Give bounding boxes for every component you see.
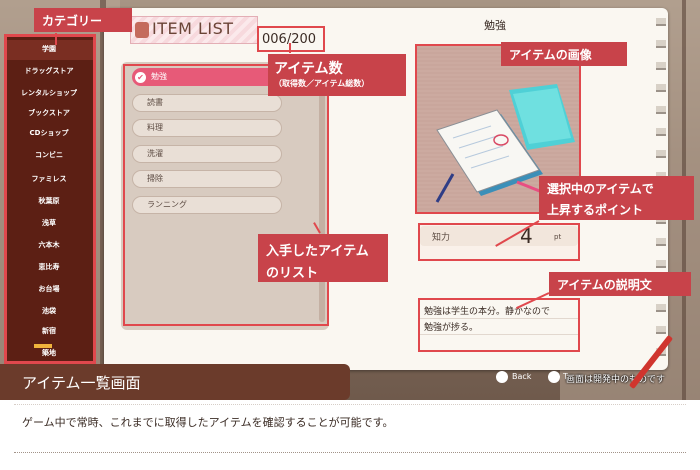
category-item[interactable]: 秋葉原 xyxy=(10,194,88,208)
up-button-icon[interactable] xyxy=(548,371,560,383)
divider xyxy=(14,404,686,405)
back-button-icon[interactable] xyxy=(496,371,508,383)
callout-item-image: アイテムの画像 xyxy=(501,42,627,66)
category-item[interactable]: CDショップ xyxy=(10,126,88,140)
description-annotation-box xyxy=(418,298,580,352)
back-button-label[interactable]: Back xyxy=(512,372,531,381)
dev-notice: 画面は開発中のものです xyxy=(566,375,666,385)
item-bag-icon xyxy=(135,22,149,38)
item-list-entry[interactable]: 洗濯 xyxy=(132,145,282,163)
item-list-entry[interactable]: 読書 xyxy=(132,94,282,112)
stat-unit: pt xyxy=(554,233,562,241)
category-item[interactable]: 築地 xyxy=(10,346,88,360)
category-scroll-arrow[interactable] xyxy=(34,344,52,348)
category-item[interactable]: 恵比寿 xyxy=(10,260,88,274)
category-item[interactable]: 学園 xyxy=(10,42,88,56)
divider xyxy=(14,452,686,453)
category-item[interactable]: ファミレス xyxy=(10,172,88,186)
callout-points: 選択中のアイテムで 上昇するポイント xyxy=(539,176,694,220)
page-heading: アイテム一覧画面 xyxy=(22,374,141,392)
callout-pointer xyxy=(55,33,57,45)
callout-item-count: アイテム数 （取得数／アイテム総数） xyxy=(268,54,406,96)
category-item[interactable]: コンビニ xyxy=(10,148,88,162)
callout-category: カテゴリー xyxy=(34,8,132,32)
category-item[interactable]: 六本木 xyxy=(10,238,88,252)
category-item[interactable]: 池袋 xyxy=(10,304,88,318)
category-item[interactable]: お台場 xyxy=(10,282,88,296)
item-list-scrollbar[interactable] xyxy=(319,64,325,322)
item-list-entry[interactable]: ランニング xyxy=(132,196,282,214)
stat-label: 知力 xyxy=(432,233,451,243)
check-icon: ✔ xyxy=(135,72,146,83)
item-list-entry[interactable]: 勉強 xyxy=(132,68,282,86)
callout-item-list: 入手したアイテム のリスト xyxy=(258,234,388,282)
selected-item-name: 勉強 xyxy=(484,19,506,32)
callout-pointer xyxy=(289,43,291,53)
item-list-entry[interactable]: 掃除 xyxy=(132,170,282,188)
category-item[interactable]: ドラッグストア xyxy=(10,64,88,78)
item-list-entry[interactable]: 料理 xyxy=(132,119,282,137)
page-caption: ゲーム中で常時、これまでに取得したアイテムを確認することが可能です。 xyxy=(22,416,394,429)
screen-title: ITEM LIST xyxy=(152,19,234,38)
category-item[interactable]: ブックストア xyxy=(10,106,88,120)
category-item[interactable]: 浅草 xyxy=(10,216,88,230)
callout-description: アイテムの説明文 xyxy=(549,272,691,296)
category-item[interactable]: レンタルショップ xyxy=(10,86,88,100)
category-item[interactable]: 新宿 xyxy=(10,324,88,338)
